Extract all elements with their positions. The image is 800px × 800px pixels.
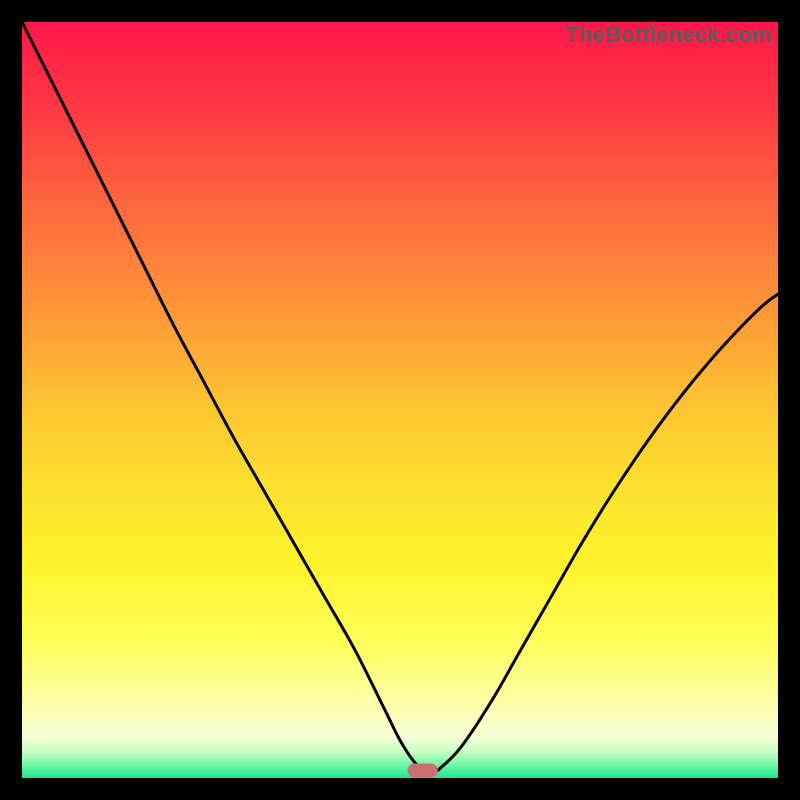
curve-left <box>22 22 426 770</box>
curve-right <box>438 294 778 770</box>
watermark-text: TheBottleneck.com <box>566 22 772 48</box>
chart-frame: TheBottleneck.com <box>0 0 800 800</box>
plot-area: TheBottleneck.com <box>22 22 778 778</box>
minimum-marker <box>408 763 438 777</box>
curve-layer <box>22 22 778 778</box>
